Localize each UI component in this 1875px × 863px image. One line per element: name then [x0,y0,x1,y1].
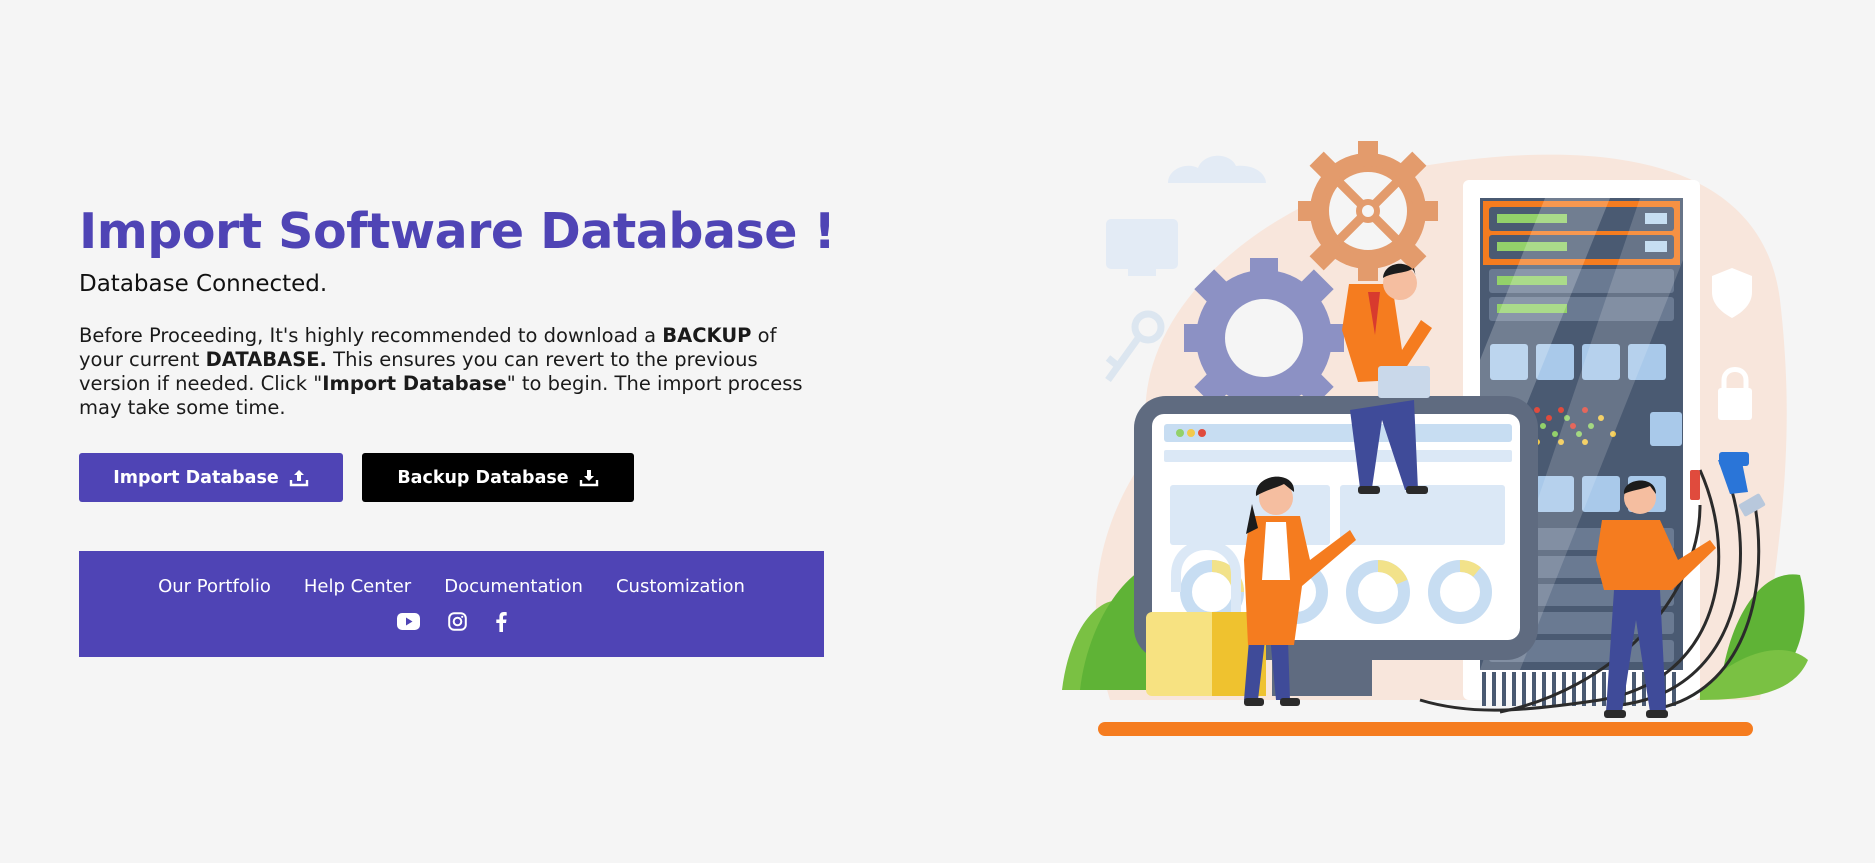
facebook-icon[interactable] [495,611,507,632]
instagram-icon[interactable] [447,612,467,631]
connection-status: Database Connected. [79,271,328,297]
import-database-button[interactable]: Import Database [79,453,343,502]
import-database-label: Import Database [113,467,279,488]
link-help-center[interactable]: Help Center [304,576,411,597]
social-links [396,611,507,632]
lock-icon [1718,388,1752,420]
link-documentation[interactable]: Documentation [444,576,583,597]
backup-database-label: Backup Database [397,467,569,488]
youtube-icon[interactable] [396,613,420,630]
download-icon [579,469,598,486]
upload-icon [289,469,308,486]
server-illustration [1062,141,1808,736]
action-buttons: Import Database Backup Database [79,453,839,502]
link-our-portfolio[interactable]: Our Portfolio [158,576,271,597]
gear-icon-orange [1298,141,1438,281]
red-connector [1690,470,1700,500]
page-title: Import Software Database ! [79,203,836,260]
footer-bar: Our Portfolio Help Center Documentation … [79,551,824,657]
description-text: Before Proceeding, It's highly recommend… [79,324,803,419]
footer-links: Our Portfolio Help Center Documentation … [158,576,745,597]
monitor-icon [1106,219,1178,269]
main-panel: Import Software Database ! Database Conn… [79,198,839,657]
link-customization[interactable]: Customization [616,576,745,597]
backup-database-button[interactable]: Backup Database [362,453,634,502]
floor [1098,722,1753,736]
gear-icon-grey [1184,258,1344,418]
cloud-icon [1168,155,1266,183]
